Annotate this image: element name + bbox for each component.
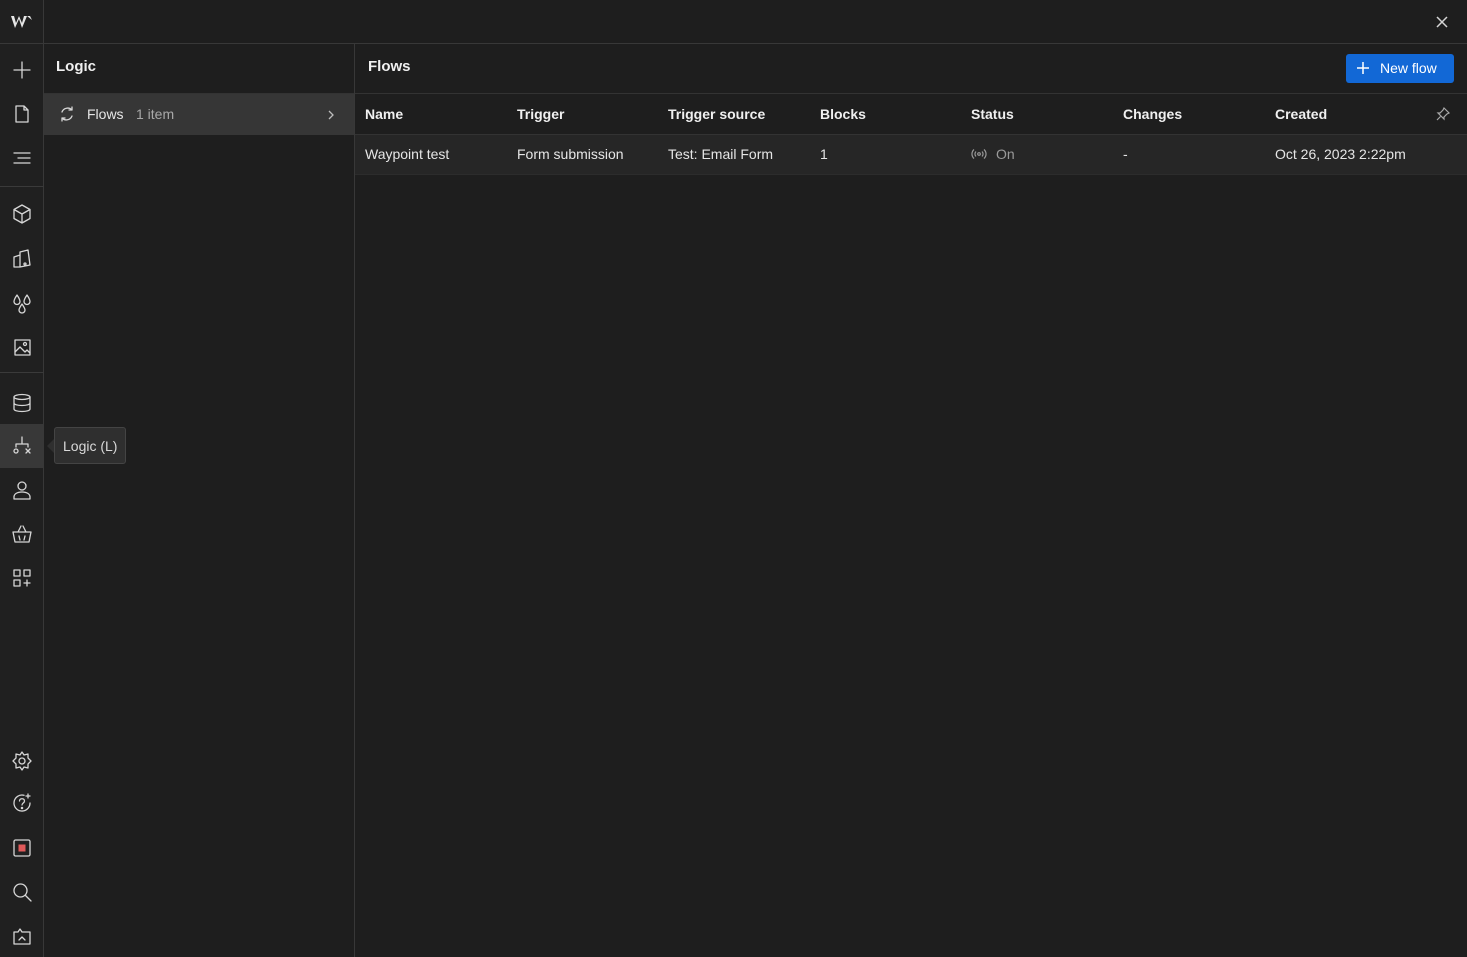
assets-icon[interactable] <box>0 325 44 369</box>
cms-icon[interactable] <box>0 381 44 425</box>
column-header-blocks[interactable]: Blocks <box>820 106 866 122</box>
column-header-name[interactable]: Name <box>365 106 403 122</box>
variables-icon[interactable] <box>0 281 44 325</box>
cell-changes: - <box>1123 146 1128 162</box>
column-header-trigger[interactable]: Trigger <box>517 106 564 122</box>
page-title: Flows <box>368 58 411 75</box>
plus-icon <box>1356 61 1370 75</box>
close-icon[interactable] <box>1431 11 1453 33</box>
panel-item-count: 1 item <box>136 106 175 122</box>
new-flow-button[interactable]: New flow <box>1346 54 1454 83</box>
broadcast-icon <box>971 147 987 161</box>
logic-panel: Logic Flows 1 item <box>44 44 355 957</box>
components-icon[interactable] <box>0 192 44 236</box>
column-header-status[interactable]: Status <box>971 106 1014 122</box>
new-flow-label: New flow <box>1380 60 1437 76</box>
column-header-changes[interactable]: Changes <box>1123 106 1182 122</box>
cell-blocks: 1 <box>820 146 828 162</box>
flows-table: Name Trigger Trigger source Blocks Statu… <box>355 94 1467 175</box>
left-icon-rail <box>0 0 44 957</box>
status-text: On <box>996 146 1015 162</box>
panel-header: Logic <box>44 44 354 94</box>
chevron-right-icon <box>326 108 336 120</box>
pin-icon[interactable] <box>1435 106 1451 122</box>
app-window: Logic Flows 1 item Flows New flow Name T… <box>0 0 1467 957</box>
pages-icon[interactable] <box>0 92 44 136</box>
webflow-logo-icon[interactable] <box>0 0 44 44</box>
navigator-icon[interactable] <box>0 136 44 180</box>
column-header-created[interactable]: Created <box>1275 106 1327 122</box>
panel-title: Logic <box>56 58 96 75</box>
tooltip-arrow <box>47 439 54 453</box>
ecommerce-icon[interactable] <box>0 512 44 556</box>
main-content: Flows New flow Name Trigger Trigger sour… <box>355 44 1467 957</box>
apps-icon[interactable] <box>0 556 44 600</box>
cell-created: Oct 26, 2023 2:22pm <box>1275 146 1406 162</box>
add-icon[interactable] <box>0 48 44 92</box>
record-icon[interactable] <box>0 826 44 870</box>
search-icon[interactable] <box>0 870 44 914</box>
styles-icon[interactable] <box>0 237 44 281</box>
logic-icon[interactable] <box>0 424 44 468</box>
main-header: Flows New flow <box>355 44 1467 94</box>
panel-item-label: Flows <box>87 106 124 122</box>
column-header-trigger-source[interactable]: Trigger source <box>668 106 765 122</box>
table-row[interactable]: Waypoint test Form submission Test: Emai… <box>355 135 1467 175</box>
table-header: Name Trigger Trigger source Blocks Statu… <box>355 94 1467 135</box>
panel-item-flows[interactable]: Flows 1 item <box>44 94 354 135</box>
cell-trigger-source: Test: Email Form <box>668 146 774 162</box>
flows-icon <box>58 105 76 123</box>
help-icon[interactable] <box>0 781 44 825</box>
video-icon[interactable] <box>0 915 44 957</box>
users-icon[interactable] <box>0 468 44 512</box>
logic-tooltip: Logic (L) <box>54 427 127 464</box>
cell-name: Waypoint test <box>365 146 450 162</box>
settings-icon[interactable] <box>0 739 44 783</box>
top-bar <box>44 0 1467 44</box>
cell-trigger: Form submission <box>517 146 624 162</box>
cell-status: On <box>971 146 1015 162</box>
